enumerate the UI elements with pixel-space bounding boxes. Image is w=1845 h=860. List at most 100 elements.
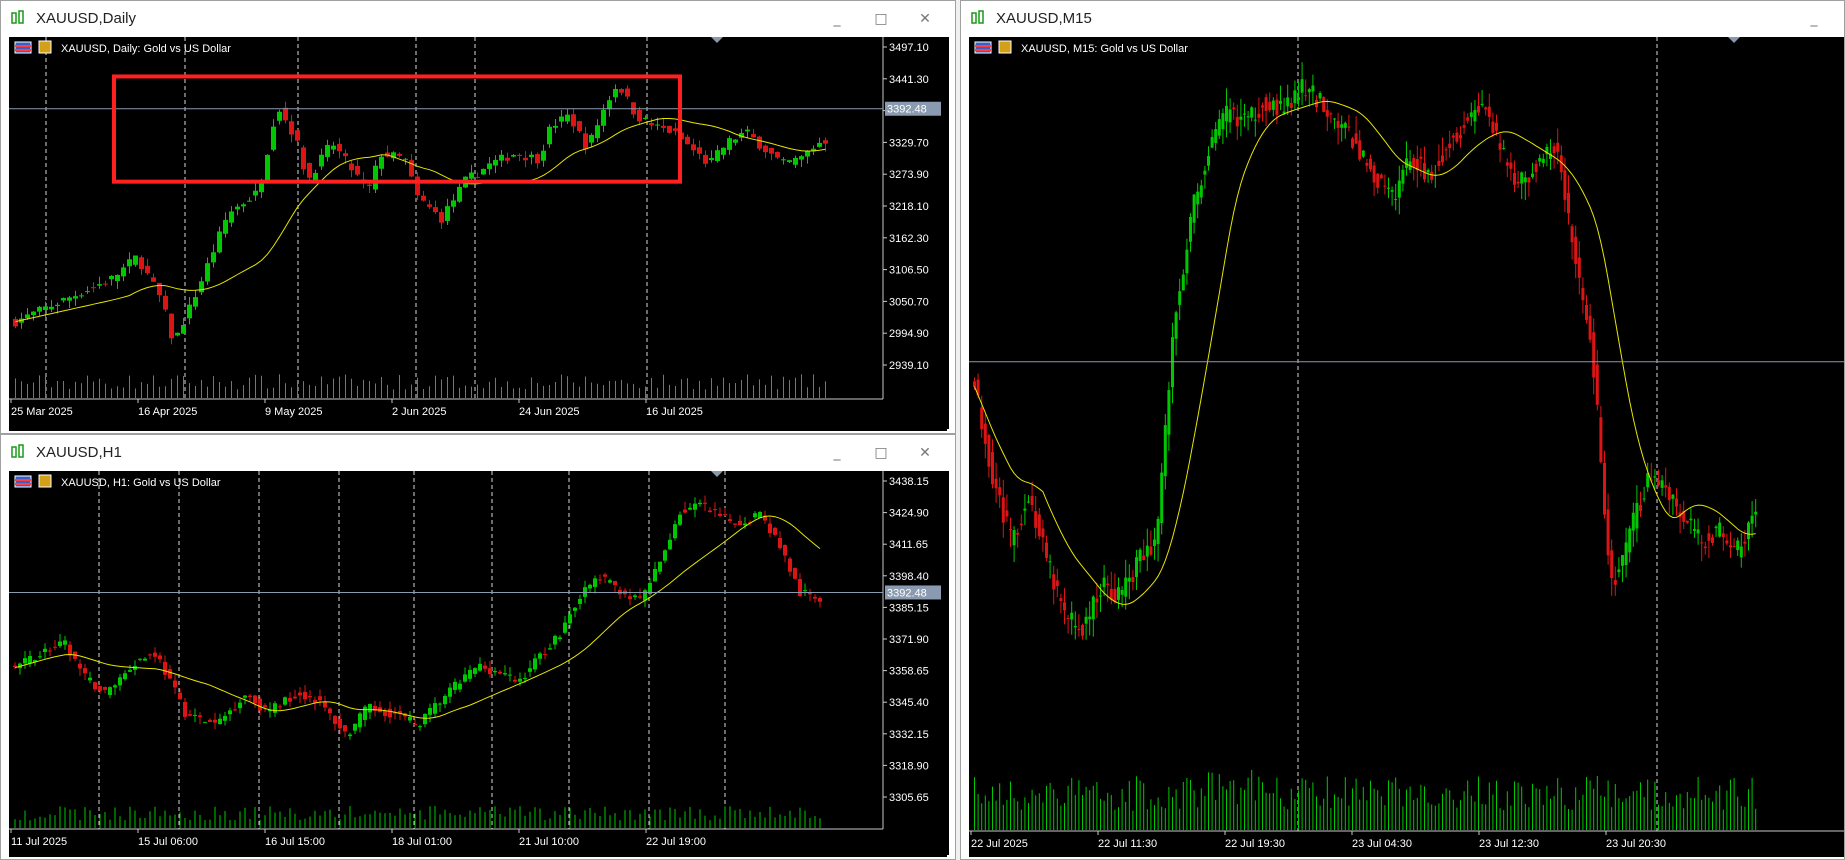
maximize-button[interactable]: □ bbox=[859, 9, 903, 29]
candle-body bbox=[433, 207, 438, 213]
chart-m15-svg[interactable]: XAUUSD, M15: Gold vs US Dollar 22 Jul 202… bbox=[969, 37, 1845, 857]
candle-body bbox=[333, 715, 337, 724]
candle-body bbox=[468, 669, 472, 679]
candle-body bbox=[823, 140, 828, 144]
chart-area-m15[interactable]: XAUUSD, M15: Gold vs US Dollar 22 Jul 202… bbox=[969, 37, 1845, 857]
candle-body bbox=[559, 116, 564, 122]
candle-body bbox=[188, 714, 192, 716]
candle-body bbox=[253, 190, 258, 196]
candle-body bbox=[1185, 249, 1189, 274]
close-button[interactable]: ✕ bbox=[903, 443, 947, 463]
y-tick-label: 2994.90 bbox=[889, 328, 929, 340]
candle-body bbox=[118, 677, 122, 686]
candle-body bbox=[349, 163, 354, 171]
candle-body bbox=[83, 668, 87, 674]
candle-body bbox=[388, 708, 392, 718]
candle-body bbox=[1135, 557, 1138, 578]
candle-body bbox=[178, 692, 182, 700]
maximize-button[interactable]: □ bbox=[859, 443, 903, 463]
candle-body bbox=[331, 145, 336, 150]
window-title: XAUUSD,M15 bbox=[996, 10, 1092, 27]
candle-body bbox=[1696, 529, 1700, 534]
candle-body bbox=[563, 622, 567, 633]
candle-body bbox=[603, 574, 607, 577]
candle-body bbox=[1358, 140, 1362, 160]
candle-body bbox=[983, 423, 987, 444]
candle-body bbox=[1750, 515, 1754, 524]
candle-body bbox=[1199, 185, 1203, 198]
candle-body bbox=[328, 708, 332, 714]
minimize-button[interactable]: _ bbox=[815, 9, 859, 29]
minimize-button[interactable]: _ bbox=[815, 443, 859, 463]
candle-body bbox=[1570, 226, 1574, 243]
candle-body bbox=[1595, 364, 1599, 405]
x-tick-label: 24 Jun 2025 bbox=[519, 406, 580, 418]
candle-body bbox=[781, 159, 786, 161]
candle-body bbox=[1340, 124, 1344, 128]
candle-body bbox=[683, 509, 687, 513]
candle-body bbox=[109, 275, 114, 280]
candle-body bbox=[1585, 304, 1588, 320]
title-bar-h1[interactable]: XAUUSD,H1 _ □ ✕ bbox=[1, 435, 955, 469]
candle-body bbox=[535, 154, 540, 164]
candle-body bbox=[1714, 526, 1718, 529]
candle-body bbox=[1372, 165, 1376, 183]
candle-body bbox=[697, 147, 702, 154]
chart-h1-svg[interactable]: XAUUSD, H1: Gold vs US Dollar 3438.15 3424… bbox=[9, 471, 947, 857]
candle-body bbox=[493, 670, 497, 673]
title-bar-daily[interactable]: XAUUSD,Daily _ □ ✕ bbox=[1, 1, 955, 35]
candle-body bbox=[1300, 79, 1304, 93]
candle-body bbox=[367, 184, 372, 186]
candle-body bbox=[1113, 588, 1117, 602]
x-tick-label: 25 Mar 2025 bbox=[11, 406, 73, 418]
candle-body bbox=[217, 231, 222, 253]
close-button[interactable]: ✕ bbox=[903, 9, 947, 29]
window-m15[interactable]: XAUUSD,M15 _ XAUUSD, M15: Gold vs US Dol… bbox=[960, 0, 1845, 860]
candle-body bbox=[175, 332, 180, 336]
candle-body bbox=[571, 114, 576, 127]
candle-body bbox=[211, 252, 216, 263]
candle-body bbox=[1448, 143, 1452, 149]
candle-body bbox=[518, 678, 522, 682]
title-bar-m15[interactable]: XAUUSD,M15 _ bbox=[961, 1, 1844, 35]
candle-body bbox=[1390, 190, 1394, 192]
chart-area-h1[interactable]: XAUUSD, H1: Gold vs US Dollar 3438.15 3424… bbox=[9, 471, 949, 857]
candle-body bbox=[718, 513, 722, 516]
candle-body bbox=[235, 206, 240, 210]
candle-body bbox=[1354, 133, 1358, 144]
candle-body bbox=[397, 153, 402, 156]
candle-body bbox=[991, 451, 994, 485]
window-daily[interactable]: XAUUSD,Daily _ □ ✕ XAUUSD, Daily: Gold v… bbox=[0, 0, 956, 434]
candle-body bbox=[308, 696, 312, 698]
candle-body bbox=[1621, 555, 1624, 566]
candle-body bbox=[1235, 116, 1239, 127]
candle-body bbox=[157, 282, 162, 295]
candle-body bbox=[85, 291, 90, 293]
candle-body bbox=[638, 596, 642, 598]
candle-body bbox=[1693, 529, 1696, 531]
candle-body bbox=[1516, 181, 1520, 184]
chart-daily-svg[interactable]: XAUUSD, Daily: Gold vs US Dollar 3497.10 3… bbox=[9, 37, 947, 431]
candle-body bbox=[43, 306, 48, 310]
candle-body bbox=[1412, 157, 1416, 168]
candle-body bbox=[1721, 533, 1725, 538]
window-h1[interactable]: XAUUSD,H1 _ □ ✕ XAUUSD, H1: Gold vs US D… bbox=[0, 434, 956, 860]
candle-body bbox=[1685, 520, 1689, 523]
candle-body bbox=[1030, 496, 1034, 506]
us-flag-icon bbox=[14, 475, 32, 488]
candle-body bbox=[698, 502, 702, 505]
candle-body bbox=[1754, 511, 1758, 515]
chart-header-label: XAUUSD, M15: Gold vs US Dollar bbox=[1021, 43, 1188, 55]
candle-body bbox=[121, 267, 126, 277]
minimize-button[interactable]: _ bbox=[1792, 9, 1836, 29]
chart-window-icon bbox=[11, 10, 24, 24]
y-tick-label: 3411.65 bbox=[889, 539, 928, 551]
candle-body bbox=[1631, 512, 1635, 531]
candle-body bbox=[607, 100, 612, 110]
chart-area-daily[interactable]: XAUUSD, Daily: Gold vs US Dollar 3497.10 3… bbox=[9, 37, 949, 431]
candle-body bbox=[805, 151, 810, 157]
candle-body bbox=[487, 163, 492, 169]
chart-window-icon bbox=[11, 444, 24, 458]
candle-body bbox=[1419, 156, 1423, 159]
candle-body bbox=[93, 682, 97, 690]
